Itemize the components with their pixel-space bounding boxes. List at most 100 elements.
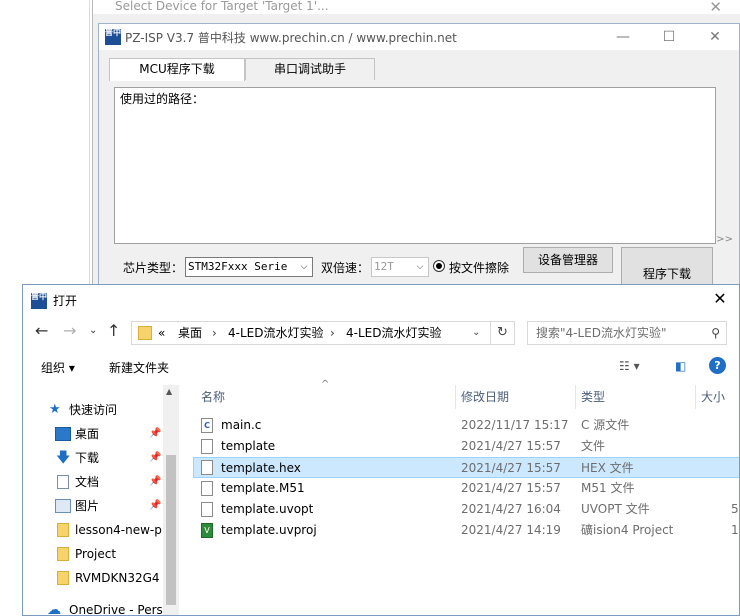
speed-select[interactable]: 12T ⌵ (371, 257, 429, 277)
tab-serial-assistant[interactable]: 串口调试助手 (245, 58, 375, 80)
file-date: 2021/4/27 15:57 (461, 439, 561, 453)
file-date: 2022/11/17 15:17 (461, 418, 569, 432)
scroll-up-icon[interactable]: ▲ (166, 387, 172, 396)
sort-ascending-icon: ^ (321, 379, 330, 390)
device-manager-button[interactable]: 设备管理器 (523, 247, 613, 273)
file-row[interactable]: template.M51 2021/4/27 15:57 M51 文件 (193, 478, 739, 499)
minimize-icon[interactable]: — (609, 27, 637, 47)
refresh-icon[interactable]: ↻ (491, 321, 515, 345)
expand-arrows-icon[interactable]: >> (716, 234, 733, 245)
uvision-icon: V (201, 523, 213, 538)
used-paths-label: 使用过的路径： (120, 92, 205, 106)
navigation-pane: ★ 快速访问 桌面 📌 🡇 下载 📌 文档 📌 图片 📌 lesson4-new… (23, 385, 179, 616)
address-row: ← → ⌄ ↑ « 桌面 › 4-LED流水灯实验 › 4-LED流水灯实验 ⌄… (23, 319, 739, 345)
up-arrow-icon[interactable]: ↑ (107, 321, 120, 340)
address-bar[interactable]: « 桌面 › 4-LED流水灯实验 › 4-LED流水灯实验 ⌄ (131, 321, 491, 345)
cloud-icon: ☁ (47, 602, 61, 616)
nav-label: RVMDKN32G4 (75, 571, 160, 585)
view-options-icon[interactable]: ☷ ▾ (619, 359, 640, 373)
new-folder-button[interactable]: 新建文件夹 (109, 359, 169, 376)
maximize-icon[interactable]: ☐ (655, 27, 683, 47)
search-input[interactable]: 搜索"4-LED流水灯实验" ⚲ (527, 321, 727, 345)
download-icon: 🡇 (56, 450, 71, 466)
nav-scrollbar[interactable]: ▲ (163, 385, 179, 615)
breadcrumb-separator-icon: › (330, 326, 335, 340)
column-separator (575, 385, 576, 409)
nav-downloads[interactable]: 🡇 下载 📌 (23, 447, 163, 469)
file-icon (201, 439, 213, 454)
forward-arrow-icon[interactable]: → (63, 321, 76, 340)
search-placeholder: 搜索"4-LED流水灯实验" (536, 326, 667, 340)
nav-quick-access[interactable]: ★ 快速访问 (23, 399, 163, 421)
close-icon[interactable]: ✕ (709, 0, 722, 16)
column-separator (455, 385, 456, 409)
organize-button[interactable]: 组织 ▾ (41, 359, 75, 376)
chevron-down-icon: ⌵ (412, 258, 428, 276)
column-header-type[interactable]: 类型 (581, 385, 605, 409)
close-icon[interactable]: ✕ (709, 289, 731, 308)
star-icon: ★ (49, 402, 61, 417)
file-size: 1 (731, 523, 739, 537)
recent-locations-chevron-icon[interactable]: ⌄ (89, 325, 97, 336)
chevron-down-icon[interactable]: ⌄ (472, 322, 480, 344)
pin-icon: 📌 (149, 476, 162, 487)
c-file-icon: C (201, 418, 213, 433)
chip-type-value: STM32Fxxx Serie (188, 260, 288, 273)
folder-icon (57, 571, 69, 585)
search-icon: ⚲ (711, 326, 720, 340)
nav-folder-lesson4[interactable]: lesson4-new-p (23, 519, 163, 541)
file-row[interactable]: template 2021/4/27 15:57 文件 (193, 436, 739, 457)
nav-folder-rvmdk[interactable]: RVMDKN32G4 (23, 567, 163, 589)
pin-icon: 📌 (149, 500, 162, 511)
dialog-titlebar: 普中 打开 ✕ (23, 285, 739, 315)
tab-mcu-download[interactable]: MCU程序下载 (109, 58, 245, 81)
file-type: 文件 (581, 439, 606, 453)
nav-pictures[interactable]: 图片 📌 (23, 495, 163, 517)
file-name: template.hex (221, 461, 301, 475)
nav-folder-project[interactable]: Project (23, 543, 163, 565)
file-type: HEX 文件 (581, 461, 634, 475)
speed-label: 双倍速： (321, 261, 370, 275)
desktop-icon (55, 427, 71, 441)
column-header-size[interactable]: 大小 (701, 385, 725, 409)
nav-desktop[interactable]: 桌面 📌 (23, 423, 163, 445)
file-row[interactable]: V template.uvproj 2021/4/27 14:19 礦ision… (193, 520, 739, 541)
file-list: ^ 名称 修改日期 类型 大小 C main.c 2022/11/17 15:1… (193, 379, 739, 615)
nav-label: 下载 (75, 451, 100, 465)
nav-label: 图片 (75, 499, 100, 513)
breadcrumb-folder-2[interactable]: 4-LED流水灯实验 (346, 322, 441, 344)
column-header-date[interactable]: 修改日期 (461, 385, 509, 409)
program-download-button[interactable]: 程序下载 (621, 247, 713, 287)
back-arrow-icon[interactable]: ← (35, 321, 48, 340)
chip-type-select[interactable]: STM32Fxxx Serie ⌵ (185, 257, 313, 277)
file-row-selected[interactable]: template.hex 2021/4/27 15:57 HEX 文件 (193, 457, 739, 478)
column-separator (695, 385, 696, 409)
file-date: 2021/4/27 15:57 (461, 481, 561, 495)
nav-onedrive[interactable]: ☁ OneDrive - Perso (23, 599, 163, 616)
scrollbar-thumb[interactable] (166, 455, 176, 605)
chip-type-label: 芯片类型： (123, 261, 184, 275)
breadcrumb-desktop[interactable]: 桌面 (178, 322, 202, 344)
close-icon[interactable]: ✕ (701, 27, 729, 47)
erase-by-file-radio[interactable] (433, 260, 445, 272)
breadcrumb-folder-1[interactable]: 4-LED流水灯实验 (228, 322, 323, 344)
nav-documents[interactable]: 文档 📌 (23, 471, 163, 493)
isp-window: 普中 PZ-ISP V3.7 普中科技 www.prechin.cn / www… (98, 23, 740, 323)
nav-label: Project (75, 547, 117, 561)
file-type: 礦ision4 Project (581, 523, 674, 537)
used-paths-box[interactable]: 使用过的路径： (114, 87, 716, 244)
isp-window-title: PZ-ISP V3.7 普中科技 www.prechin.cn / www.pr… (125, 31, 457, 45)
nav-label: 文档 (75, 475, 100, 489)
preview-pane-icon[interactable]: ◧ (675, 359, 686, 373)
pin-icon: 📌 (149, 428, 162, 439)
file-type: UVOPT 文件 (581, 502, 650, 516)
background-window-title: Select Device for Target 'Target 1'... (93, 0, 740, 14)
file-row[interactable]: template.uvopt 2021/4/27 16:04 UVOPT 文件 … (193, 499, 739, 520)
breadcrumb-overflow[interactable]: « (158, 322, 165, 344)
folder-icon (138, 326, 152, 340)
column-header-name[interactable]: 名称 (201, 385, 225, 409)
file-name: template.M51 (221, 481, 305, 495)
help-icon[interactable]: ? (709, 357, 726, 374)
file-type: M51 文件 (581, 481, 635, 495)
file-row[interactable]: C main.c 2022/11/17 15:17 C 源文件 (193, 415, 739, 436)
